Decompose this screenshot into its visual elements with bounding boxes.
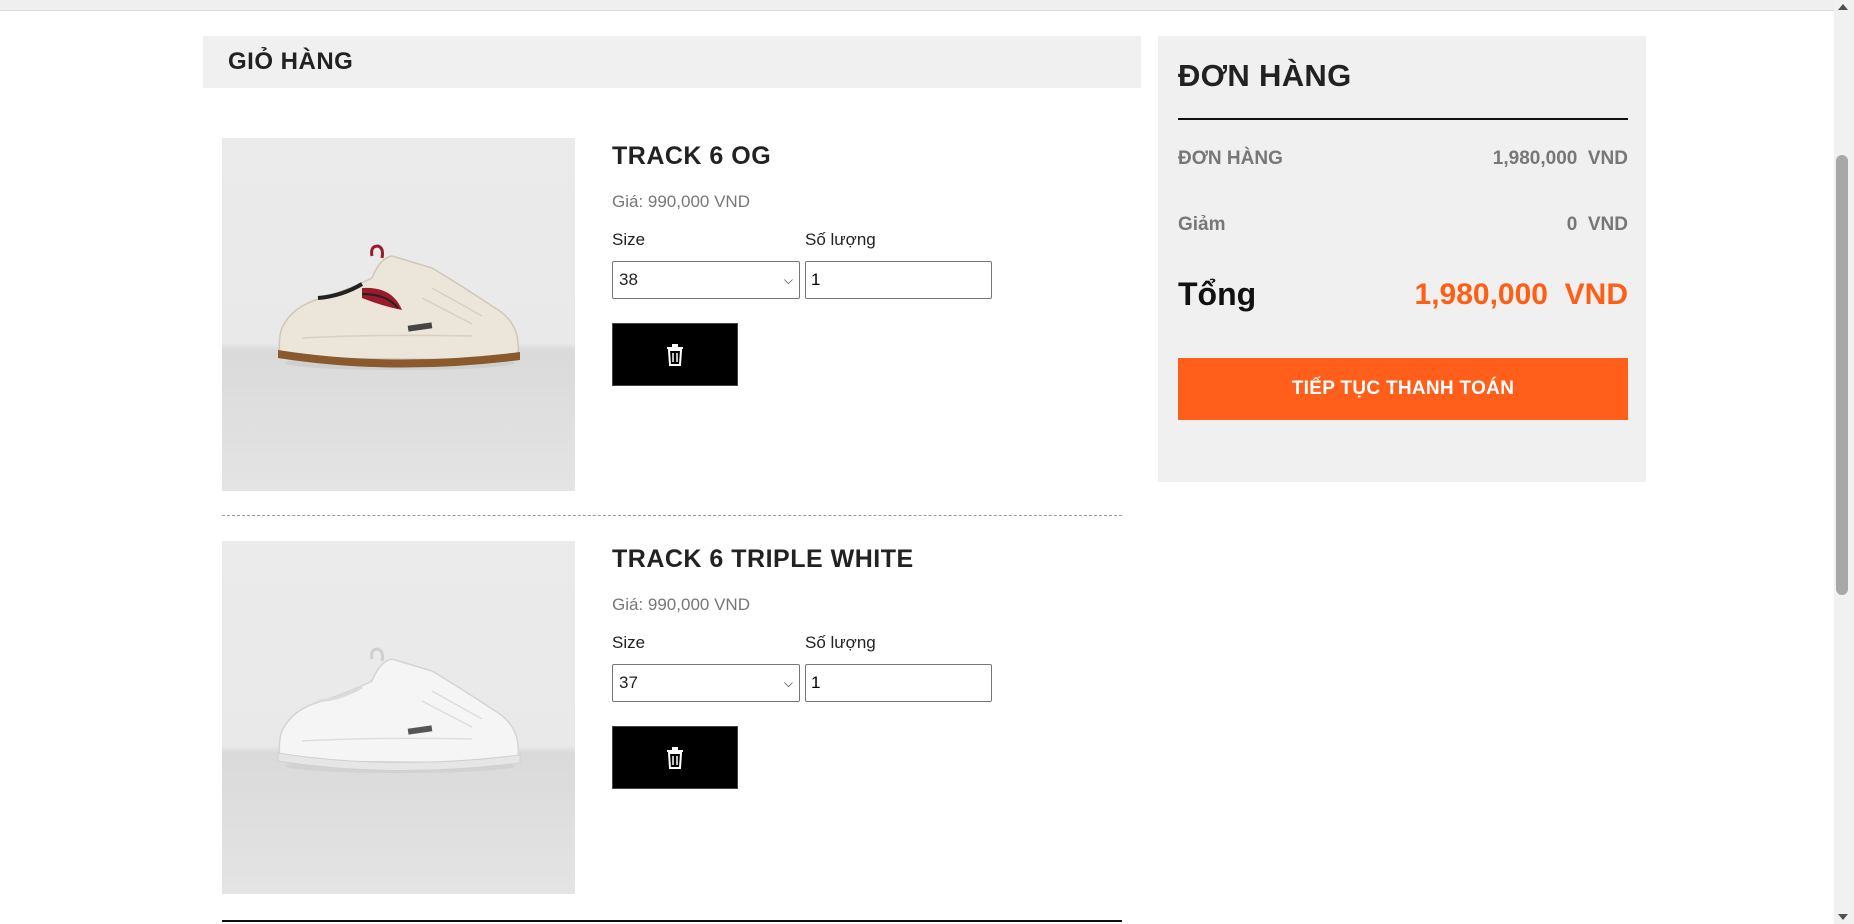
subtotal-row: ĐƠN HÀNG 1,980,000 VND [1178,148,1628,170]
product-image [222,138,575,491]
size-select-value: 38 [619,270,638,289]
cart-title: GIỎ HÀNG [228,48,354,75]
subtotal-value: 1,980,000 VND [1492,148,1628,169]
total-label: Tổng [1178,276,1257,312]
sneaker-illustration [277,647,521,773]
total-row: Tổng 1,980,000 VND [1178,276,1628,313]
product-image [222,541,575,894]
sneaker-illustration [278,244,520,370]
product-price: Giá: 990,000 VND [612,595,750,614]
product-name: TRACK 6 TRIPLE WHITE [612,545,914,573]
size-select[interactable]: 37 ⌵ [612,664,800,702]
total-value: 1,980,000 VND [1414,277,1628,311]
quantity-input[interactable] [805,261,992,299]
discount-row: Giảm 0 VND [1178,214,1628,236]
order-title: ĐƠN HÀNG [1178,58,1352,93]
trash-icon [667,343,683,366]
quantity-label: Số lượng [805,633,876,652]
product-name: TRACK 6 OG [612,142,772,170]
cart-header: GIỎ HÀNG [203,36,1141,88]
chevron-down-icon: ⌵ [783,272,793,287]
subtotal-label: ĐƠN HÀNG [1178,148,1283,169]
scrollbar-thumb[interactable] [1836,155,1848,595]
size-label: Size [612,633,646,652]
chevron-down-icon: ⌵ [783,675,793,690]
scroll-up-arrow-icon[interactable] [1838,4,1848,10]
quantity-input[interactable] [805,664,992,702]
product-price: Giá: 990,000 VND [612,192,750,211]
checkout-button[interactable]: TIẾP TỤC THANH TOÁN [1178,358,1628,420]
item-divider [222,515,1122,516]
size-select-value: 37 [619,673,638,692]
scroll-down-arrow-icon[interactable] [1838,914,1848,920]
size-label: Size [612,230,646,249]
delete-item-button[interactable] [612,726,738,789]
order-summary-panel: ĐƠN HÀNG ĐƠN HÀNG 1,980,000 VND Giảm 0 V… [1158,36,1646,482]
delete-item-button[interactable] [612,323,738,386]
discount-label: Giảm [1178,214,1226,235]
cart-bottom-rule [222,920,1122,922]
discount-value: 0 VND [1566,214,1628,235]
browser-top-edge [0,0,1854,11]
trash-icon [667,746,683,769]
order-title-rule [1178,118,1628,120]
size-select[interactable]: 38 ⌵ [612,261,800,299]
quantity-label: Số lượng [805,230,876,249]
